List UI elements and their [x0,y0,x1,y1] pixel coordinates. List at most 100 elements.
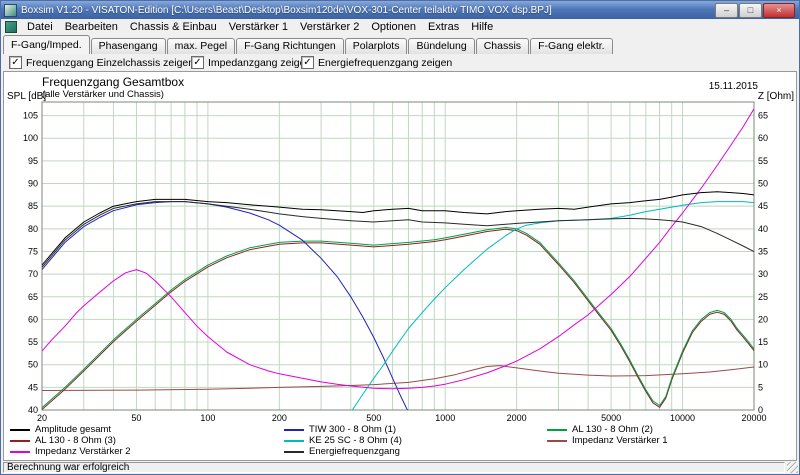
svg-text:5000: 5000 [601,413,621,422]
legend-swatch [10,440,30,442]
tab-max-pegel[interactable]: max. Pegel [167,38,236,54]
svg-text:5: 5 [758,382,763,392]
window-controls: – □ × [714,3,795,18]
legend-swatch [284,429,304,431]
svg-text:50: 50 [131,413,141,422]
option-energiefrequenzgang-zeigen: ✓ Energiefrequenzgang zeigen [301,56,452,69]
legend-label: KE 25 SC - 8 Ohm (4) [309,435,402,446]
checkbox-icon[interactable]: ✓ [191,56,204,69]
svg-text:10: 10 [758,360,768,370]
options-bar: ✓Frequenzgang Einzelchassis zeigen✓Imped… [1,54,799,70]
legend-swatch [10,429,30,431]
svg-text:1000: 1000 [435,413,455,422]
svg-text:50: 50 [758,179,768,189]
menu-item-optionen[interactable]: Optionen [365,20,422,34]
maximize-button[interactable]: □ [739,3,762,18]
close-button[interactable]: × [763,3,795,18]
svg-text:20: 20 [37,413,47,422]
legend-label: Amplitude gesamt [35,424,111,435]
tab-f-gang-richtungen[interactable]: F-Gang Richtungen [236,38,344,54]
legend-swatch [10,451,30,453]
legend-item-energiefrequenzgang: Energiefrequenzgang [284,446,402,457]
option-label: Frequenzgang Einzelchassis zeigen [26,57,194,69]
menu-item-bearbeiten[interactable]: Bearbeiten [59,20,124,34]
legend-swatch [284,440,304,442]
tab-chassis[interactable]: Chassis [476,38,529,54]
chart-legend: Amplitude gesamtAL 130 - 8 Ohm (3)Impeda… [4,424,796,460]
chart-panel: Frequenzgang Gesamtbox (alle Verstärker … [3,71,797,461]
minimize-button[interactable]: – [715,3,738,18]
legend-label: Impedanz Verstärker 2 [35,446,131,457]
svg-text:2000: 2000 [507,413,527,422]
tab-phasengang[interactable]: Phasengang [91,38,166,54]
curve-impedanz-verst-rker-2 [42,109,754,389]
svg-text:55: 55 [28,337,38,347]
svg-text:70: 70 [28,269,38,279]
legend-item-amplitude-gesamt: Amplitude gesamt [10,424,131,435]
menu-item-verst-rker-1[interactable]: Verstärker 1 [223,20,294,34]
svg-text:30: 30 [758,269,768,279]
chart-svg: 4004555010551560206525703075358040854590… [4,72,796,422]
curve-tiw-300-8-ohm-1 [42,202,409,413]
svg-text:65: 65 [28,292,38,302]
legend-label: AL 130 - 8 Ohm (3) [35,435,116,446]
svg-text:35: 35 [758,246,768,256]
legend-item-impedanz-verst-rker-2: Impedanz Verstärker 2 [10,446,131,457]
app-icon [4,4,17,17]
title-bar[interactable]: Boxsim V1.20 - VISATON-Edition [C:\Users… [1,1,799,19]
status-message: Berechnung war erfolgreich [3,462,785,473]
child-window-icon[interactable] [5,21,17,33]
status-bar: Berechnung war erfolgreich [1,461,799,474]
legend-swatch [284,451,304,453]
legend-label: Energiefrequenzgang [309,446,400,457]
legend-item-impedanz-verst-rker-1: Impedanz Verstärker 1 [547,435,668,446]
option-impedanzgang-zeigen: ✓Impedanzgang zeigen [191,56,311,69]
legend-item-al-130-8-ohm-3: AL 130 - 8 Ohm (3) [10,435,131,446]
menu-item-chassis-einbau[interactable]: Chassis & Einbau [124,20,223,34]
svg-text:60: 60 [758,133,768,143]
chart-curves [42,109,754,413]
window-title: Boxsim V1.20 - VISATON-Edition [C:\Users… [21,5,552,16]
resize-grip-icon[interactable] [787,462,798,473]
checkbox-icon[interactable]: ✓ [301,56,314,69]
svg-text:100: 100 [200,413,215,422]
menu-item-extras[interactable]: Extras [422,20,465,34]
menu-item-verst-rker-2[interactable]: Verstärker 2 [294,20,365,34]
svg-text:40: 40 [758,224,768,234]
svg-text:60: 60 [28,314,38,324]
svg-text:75: 75 [28,246,38,256]
curve-al-130-8-ohm-2 [42,228,754,408]
svg-text:105: 105 [23,111,38,121]
legend-label: Impedanz Verstärker 1 [572,435,668,446]
legend-column-3: AL 130 - 8 Ohm (2)Impedanz Verstärker 1 [547,424,668,446]
menu-item-hilfe[interactable]: Hilfe [465,20,499,34]
tab-b-ndelung[interactable]: Bündelung [408,38,474,54]
svg-text:55: 55 [758,156,768,166]
tab-f-gang-imped[interactable]: F-Gang/Imped. [3,35,90,54]
option-label: Impedanzgang zeigen [208,57,311,69]
tab-f-gang-elektr[interactable]: F-Gang elektr. [530,38,613,54]
svg-text:25: 25 [758,292,768,302]
legend-label: AL 130 - 8 Ohm (2) [572,424,653,435]
svg-text:90: 90 [28,179,38,189]
svg-text:10000: 10000 [670,413,695,422]
option-label: Energiefrequenzgang zeigen [318,57,452,69]
svg-text:500: 500 [366,413,381,422]
curve-ke-25-sc-8-ohm-4 [351,202,754,413]
legend-column-2: TIW 300 - 8 Ohm (1)KE 25 SC - 8 Ohm (4)E… [284,424,402,457]
svg-text:15: 15 [758,337,768,347]
legend-item-al-130-8-ohm-2: AL 130 - 8 Ohm (2) [547,424,668,435]
svg-text:45: 45 [758,201,768,211]
svg-text:85: 85 [28,201,38,211]
svg-text:200: 200 [272,413,287,422]
tab-polarplots[interactable]: Polarplots [345,38,408,54]
checkbox-icon[interactable]: ✓ [9,56,22,69]
app-window: Boxsim V1.20 - VISATON-Edition [C:\Users… [0,0,800,475]
svg-text:20: 20 [758,314,768,324]
svg-text:65: 65 [758,111,768,121]
legend-item-ke-25-sc-8-ohm-4: KE 25 SC - 8 Ohm (4) [284,435,402,446]
tab-bar: F-Gang/Imped.Phasengangmax. PegelF-Gang … [1,35,799,54]
svg-text:45: 45 [28,382,38,392]
menu-item-datei[interactable]: Datei [21,20,59,34]
menu-bar: DateiBearbeitenChassis & EinbauVerstärke… [1,19,799,36]
